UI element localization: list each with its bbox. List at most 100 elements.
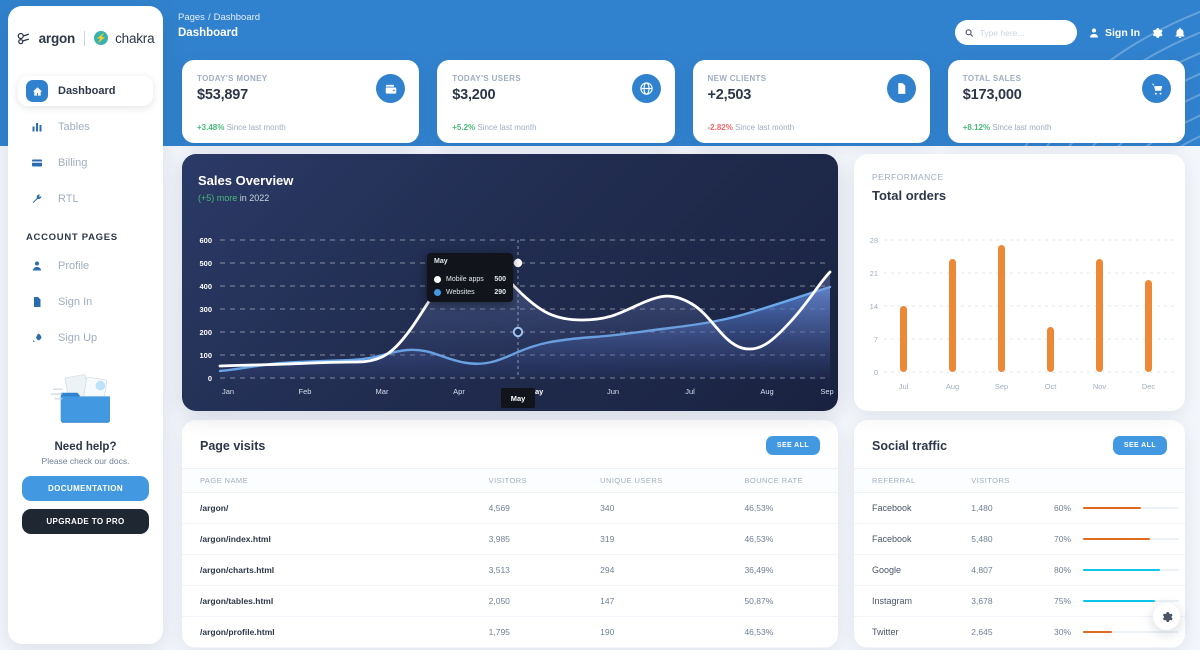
tooltip-series-name: Mobile apps — [446, 276, 484, 283]
cell-unique-users: 190 — [582, 617, 726, 648]
cell-progress: 60% — [1036, 493, 1185, 524]
search-box[interactable] — [955, 20, 1077, 45]
sales-overview-highlight: (+5) more — [198, 193, 237, 203]
page-visits-header: Page visits SEE ALL — [182, 420, 838, 468]
social-traffic-title: Social traffic — [872, 439, 947, 453]
cell-bounce-rate: 46,53% — [726, 493, 838, 524]
sidebar-item-dashboard[interactable]: Dashboard — [18, 76, 153, 106]
upgrade-to-pro-button[interactable]: UPGRADE TO PRO — [22, 509, 149, 534]
cell-visitors: 2,050 — [471, 586, 583, 617]
stat-footer: +8.12% Since last month — [963, 123, 1052, 132]
progress-track — [1083, 600, 1179, 603]
wrench-icon — [26, 188, 48, 210]
stat-card: NEW CLIENTS +2,503 -2.82% Since last mon… — [693, 60, 930, 143]
table-header-row: REFERRAL VISITORS — [854, 469, 1185, 493]
svg-text:Nov: Nov — [1093, 382, 1107, 391]
progress-label: 60% — [1054, 503, 1076, 513]
cell-unique-users: 319 — [582, 524, 726, 555]
stat-card: TODAY'S USERS $3,200 +5.2% Since last mo… — [437, 60, 674, 143]
help-title: Need help? — [22, 441, 149, 453]
sidebar-item-tables[interactable]: Tables — [18, 112, 153, 142]
topbar: Pages/Dashboard Dashboard Sign In — [178, 12, 1186, 54]
cell-page-name: /argon/ — [182, 493, 471, 524]
svg-text:7: 7 — [874, 335, 878, 344]
search-input[interactable] — [980, 28, 1067, 38]
cell-visitors: 1,795 — [471, 617, 583, 648]
stat-delta: +5.2% — [452, 123, 475, 132]
person-icon — [26, 255, 48, 277]
social-traffic-header: Social traffic SEE ALL — [854, 420, 1185, 468]
stat-note: Since last month — [992, 123, 1051, 132]
table-header-row: PAGE NAME VISITORS UNIQUE USERS BOUNCE R… — [182, 469, 838, 493]
sign-in-button[interactable]: Sign In — [1088, 27, 1140, 39]
sidebar-item-sign-up[interactable]: Sign Up — [18, 323, 153, 353]
sidebar-item-rtl[interactable]: RTL — [18, 184, 153, 214]
cell-visitors: 2,645 — [953, 617, 1036, 648]
sidebar-item-sign-in[interactable]: Sign In — [18, 287, 153, 317]
cell-visitors: 4,807 — [953, 555, 1036, 586]
column-header: VISITORS — [953, 469, 1036, 493]
cell-visitors: 3,985 — [471, 524, 583, 555]
legend-dot-mobile-apps — [434, 276, 441, 283]
settings-fab-button[interactable] — [1153, 603, 1180, 630]
cell-progress: 80% — [1036, 555, 1185, 586]
page-visits-see-all-button[interactable]: SEE ALL — [766, 436, 820, 455]
table-row: Google 4,807 80% — [854, 555, 1185, 586]
brand-divider — [84, 31, 85, 46]
tooltip-row: Mobile apps 500 — [434, 276, 506, 283]
stat-note: Since last month — [477, 123, 536, 132]
svg-text:0: 0 — [874, 368, 878, 377]
cell-visitors: 3,513 — [471, 555, 583, 586]
documentation-button[interactable]: DOCUMENTATION — [22, 476, 149, 501]
tooltip-title: May — [434, 258, 506, 270]
person-icon — [1088, 27, 1100, 39]
cell-referral: Facebook — [854, 524, 953, 555]
charts-row: Sales Overview (+5) more in 2022 — [182, 154, 1185, 411]
stat-delta: +8.12% — [963, 123, 990, 132]
bell-icon[interactable] — [1174, 27, 1186, 39]
page-visits-table: PAGE NAME VISITORS UNIQUE USERS BOUNCE R… — [182, 468, 838, 648]
stat-label: NEW CLIENTS — [708, 74, 915, 83]
gear-icon[interactable] — [1151, 27, 1163, 39]
sidebar-item-billing[interactable]: Billing — [18, 148, 153, 178]
cell-bounce-rate: 46,53% — [726, 524, 838, 555]
sidebar-item-profile[interactable]: Profile — [18, 251, 153, 281]
progress-label: 70% — [1054, 534, 1076, 544]
stat-delta: -2.82% — [708, 123, 733, 132]
cell-page-name: /argon/charts.html — [182, 555, 471, 586]
page-visits-panel: Page visits SEE ALL PAGE NAME VISITORS U… — [182, 420, 838, 648]
stat-label: TOTAL SALES — [963, 74, 1170, 83]
cell-unique-users: 340 — [582, 493, 726, 524]
document-icon — [887, 74, 916, 103]
breadcrumb-current[interactable]: Dashboard — [214, 12, 260, 23]
breadcrumb-parent[interactable]: Pages — [178, 12, 205, 23]
stat-note: Since last month — [227, 123, 286, 132]
sales-overview-subtitle: (+5) more in 2022 — [182, 193, 838, 203]
cell-visitors: 5,480 — [953, 524, 1036, 555]
legend-dot-websites — [434, 289, 441, 296]
social-traffic-see-all-button[interactable]: SEE ALL — [1113, 436, 1167, 455]
cell-page-name: /argon/index.html — [182, 524, 471, 555]
brand-secondary: chakra — [115, 31, 154, 46]
credit-card-icon — [26, 152, 48, 174]
stat-label: TODAY'S USERS — [452, 74, 659, 83]
sidebar: argon ⚡ chakra Dashboard Tables — [8, 6, 163, 644]
svg-text:Mar: Mar — [376, 387, 389, 396]
stat-note: Since last month — [735, 123, 794, 132]
progress-track — [1083, 538, 1179, 541]
brand-logo[interactable]: argon ⚡ chakra — [8, 14, 163, 62]
performance-eyebrow: PERFORMANCE — [854, 154, 1185, 182]
home-icon — [26, 80, 48, 102]
table-row: Facebook 5,480 70% — [854, 524, 1185, 555]
rocket-icon — [26, 327, 48, 349]
svg-text:200: 200 — [199, 328, 212, 337]
sales-overview-title: Sales Overview — [182, 154, 838, 188]
table-row: /argon/ 4,569 340 46,53% — [182, 493, 838, 524]
globe-icon — [632, 74, 661, 103]
sales-overview-subrest: in 2022 — [240, 193, 270, 203]
help-card: Need help? Please check our docs. DOCUME… — [22, 372, 149, 534]
cell-referral: Instagram — [854, 586, 953, 617]
progress-fill — [1083, 631, 1112, 634]
svg-text:500: 500 — [199, 259, 212, 268]
help-subtitle: Please check our docs. — [22, 456, 149, 466]
